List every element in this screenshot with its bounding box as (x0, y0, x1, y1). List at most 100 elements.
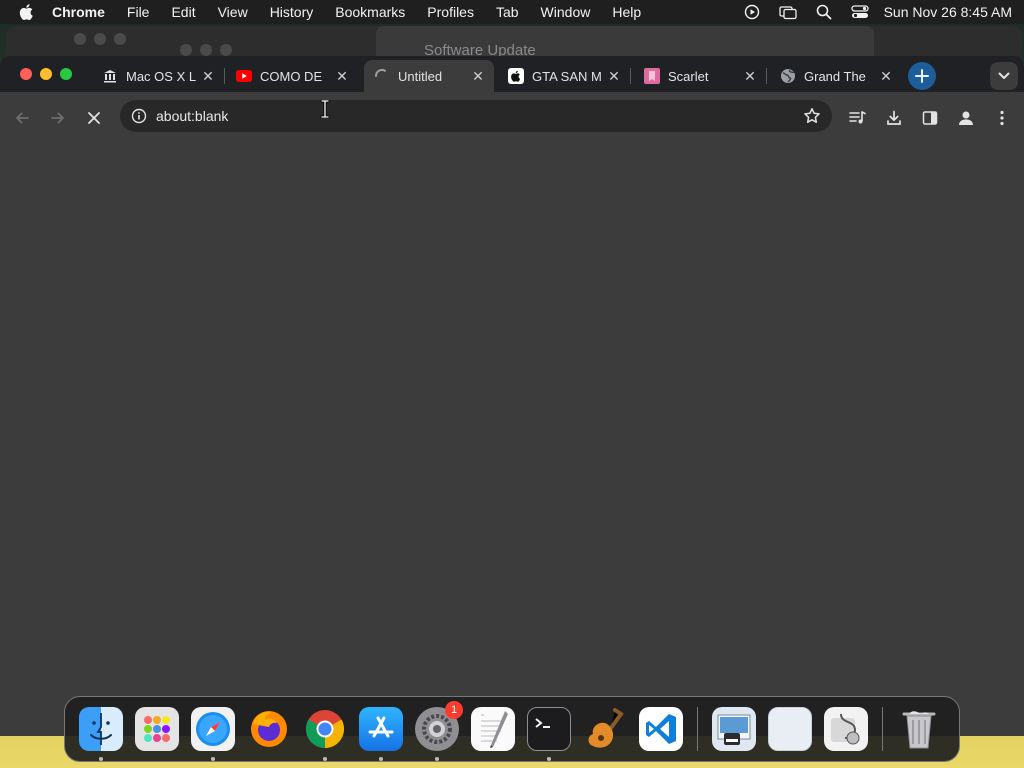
globe-icon (780, 68, 796, 84)
tab-gta-san[interactable]: GTA SAN M ✕ (500, 60, 631, 92)
tab-close-icon[interactable]: ✕ (334, 68, 350, 84)
chrome-menu-button[interactable] (988, 104, 1016, 132)
dock-terminal[interactable] (525, 705, 573, 761)
menu-file[interactable]: File (116, 4, 161, 20)
bank-icon (102, 68, 118, 84)
new-tab-button[interactable] (908, 62, 936, 90)
dock-firefox[interactable] (245, 705, 293, 753)
garageband-icon (583, 707, 627, 751)
tab-title: Untitled (398, 68, 443, 84)
dock-finder[interactable] (77, 705, 125, 761)
site-info-icon[interactable] (122, 108, 156, 124)
tab-title: COMO DE (260, 68, 323, 84)
tab-title: Grand The (804, 68, 866, 84)
dock-system-settings[interactable]: 1 (413, 701, 463, 761)
trash-icon (897, 707, 941, 751)
address-bar[interactable] (120, 100, 832, 132)
page-content[interactable] (0, 142, 1024, 736)
dock-trash[interactable] (895, 705, 943, 753)
browser-toolbar (0, 92, 1024, 142)
tab-mac-os-x[interactable]: Mac OS X L ✕ (94, 60, 225, 92)
tab-grand-the[interactable]: Grand The ✕ (772, 60, 902, 92)
side-panel-button[interactable] (916, 104, 944, 132)
tab-untitled[interactable]: Untitled ✕ (364, 60, 494, 92)
notification-badge: 1 (445, 701, 463, 719)
dock-app-store[interactable] (357, 705, 405, 761)
arrow-left-icon (16, 112, 29, 124)
close-icon (88, 112, 100, 124)
app-store-icon (359, 707, 403, 751)
menu-history[interactable]: History (259, 4, 325, 20)
disk-utility-icon (824, 707, 868, 751)
tab-close-icon[interactable]: ✕ (200, 68, 216, 84)
background-window-controls (74, 33, 126, 45)
tab-title: GTA SAN M (532, 68, 602, 84)
kebab-menu-icon (1000, 110, 1004, 126)
dock-launchpad[interactable] (133, 705, 181, 753)
dock-chrome[interactable] (301, 705, 349, 761)
minimize-window-button[interactable] (40, 68, 52, 80)
maximize-window-button[interactable] (60, 68, 72, 80)
side-panel-icon (922, 111, 938, 125)
menu-edit[interactable]: Edit (160, 4, 206, 20)
safari-icon (191, 707, 235, 751)
dock-textedit[interactable] (469, 705, 517, 753)
chrome-icon (303, 707, 347, 751)
dock-vscode[interactable] (637, 705, 685, 753)
profile-button[interactable] (952, 104, 980, 132)
loading-spinner-icon (374, 68, 390, 84)
window-controls (20, 68, 72, 80)
launchpad-icon (135, 707, 179, 751)
pink-bookmark-icon (644, 68, 660, 84)
screen-mirroring-icon[interactable] (770, 0, 806, 24)
text-cursor-icon (320, 100, 330, 118)
tab-close-icon[interactable]: ✕ (470, 68, 486, 84)
tab-close-icon[interactable]: ✕ (878, 68, 894, 84)
menu-profiles[interactable]: Profiles (416, 4, 485, 20)
apple-icon (508, 68, 524, 84)
control-center-icon[interactable] (842, 0, 878, 24)
menu-view[interactable]: View (207, 4, 259, 20)
bookmark-star-icon[interactable] (792, 107, 832, 125)
apple-menu-icon[interactable] (0, 4, 52, 20)
tab-scarlet[interactable]: Scarlet ✕ (636, 60, 767, 92)
tab-como-de[interactable]: COMO DE ✕ (228, 60, 358, 92)
textedit-icon (471, 707, 515, 751)
media-control-button[interactable] (844, 104, 872, 132)
tab-title: Scarlet (668, 68, 709, 84)
tab-close-icon[interactable]: ✕ (606, 68, 622, 84)
vscode-icon (639, 707, 683, 751)
firefox-icon (247, 707, 291, 751)
preview-icon (712, 707, 756, 751)
dock-safari[interactable] (189, 705, 237, 761)
menu-tab[interactable]: Tab (485, 4, 530, 20)
download-icon (887, 110, 901, 125)
close-window-button[interactable] (20, 68, 32, 80)
music-queue-icon (849, 111, 866, 124)
spotlight-search-icon[interactable] (806, 0, 842, 24)
chrome-window: Mac OS X L ✕ COMO DE ✕ Untitled ✕ GTA SA (0, 56, 1024, 736)
menu-window[interactable]: Window (530, 4, 602, 20)
tab-close-icon[interactable]: ✕ (742, 68, 758, 84)
downloads-button[interactable] (880, 104, 908, 132)
dock-disk-utility[interactable] (822, 705, 870, 753)
menu-app-name[interactable]: Chrome (52, 4, 116, 20)
back-button[interactable] (8, 104, 36, 132)
tab-search-button[interactable] (990, 62, 1018, 90)
menu-bar: Chrome File Edit View History Bookmarks … (0, 0, 1024, 24)
menu-help[interactable]: Help (601, 4, 652, 20)
forward-button[interactable] (44, 104, 72, 132)
dock-garageband[interactable] (581, 705, 629, 753)
stop-loading-button[interactable] (80, 104, 108, 132)
dock-blank-app[interactable] (766, 705, 814, 753)
tab-strip: Mac OS X L ✕ COMO DE ✕ Untitled ✕ GTA SA (0, 56, 1024, 92)
tab-title: Mac OS X L (126, 68, 197, 84)
menu-bar-clock[interactable]: Sun Nov 26 8:45 AM (884, 4, 1012, 20)
chevron-down-icon (998, 72, 1010, 79)
dock-preview[interactable] (710, 705, 758, 753)
address-input[interactable] (156, 108, 792, 124)
terminal-icon (527, 707, 571, 751)
youtube-icon (236, 68, 252, 84)
menu-bookmarks[interactable]: Bookmarks (324, 4, 416, 20)
screen-recording-icon[interactable] (734, 0, 770, 24)
